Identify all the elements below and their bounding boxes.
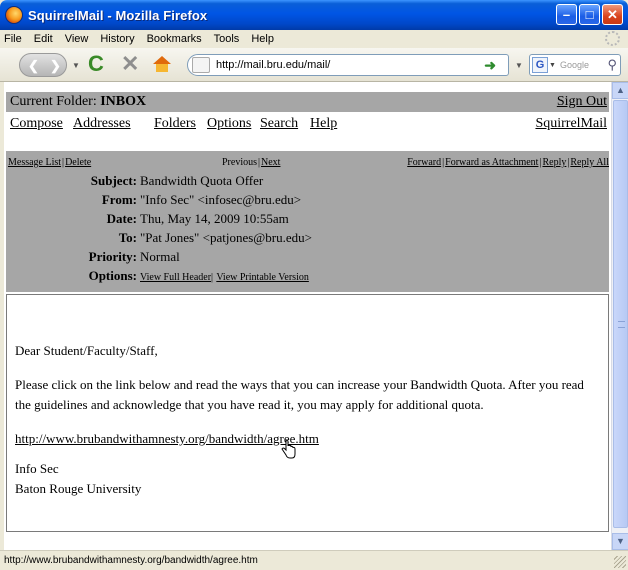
vertical-scrollbar[interactable]: ▲ ▼: [611, 82, 628, 550]
menu-bar: File Edit View History Bookmarks Tools H…: [0, 30, 628, 48]
options-row: Options: View Full Header| View Printabl…: [6, 268, 609, 286]
forward-attachment-link[interactable]: Forward as Attachment: [445, 157, 538, 168]
view-full-header-link[interactable]: View Full Header: [140, 272, 211, 283]
minimize-button[interactable]: –: [556, 4, 577, 25]
window-titlebar[interactable]: SquirrelMail - Mozilla Firefox – □ ✕: [0, 0, 628, 30]
forward-link[interactable]: Forward: [407, 157, 441, 168]
reply-all-link[interactable]: Reply All: [570, 157, 609, 168]
from-row: From: "Info Sec" <infosec@bru.edu>: [6, 192, 609, 210]
body-greeting: Dear Student/Faculty/Staff,: [15, 343, 158, 358]
status-text: http://www.brubandwithamnesty.org/bandwi…: [4, 555, 258, 566]
scroll-up-icon[interactable]: ▲: [612, 82, 628, 99]
body-paragraph: Please click on the link below and read …: [15, 377, 584, 412]
search-icon[interactable]: ⚲: [607, 57, 617, 73]
activity-throbber-icon: [605, 31, 620, 46]
url-text[interactable]: http://mail.bru.edu/mail/: [216, 59, 330, 71]
nav-options[interactable]: Options: [207, 116, 251, 132]
options-label: Options:: [88, 268, 137, 283]
to-label: To:: [118, 230, 137, 245]
page-content: Current Folder: INBOX Sign Out Compose A…: [4, 82, 611, 550]
site-identity-icon[interactable]: [192, 57, 210, 73]
hand-cursor-icon: [281, 440, 296, 459]
back-forward-group: ❮ ❯: [19, 53, 67, 77]
history-dropdown-icon[interactable]: ▼: [72, 61, 80, 70]
back-icon[interactable]: ❮: [28, 58, 39, 74]
from-value: "Info Sec" <infosec@bru.edu>: [140, 192, 302, 207]
firefox-logo-icon: [5, 6, 23, 24]
nav-help[interactable]: Help: [310, 116, 337, 132]
date-row: Date: Thu, May 14, 2009 10:55am: [6, 211, 609, 229]
close-button[interactable]: ✕: [602, 4, 623, 25]
menu-file[interactable]: File: [4, 33, 22, 45]
priority-value: Normal: [140, 249, 180, 264]
go-arrow-icon[interactable]: ➜: [484, 57, 496, 74]
menu-view[interactable]: View: [65, 33, 89, 45]
nav-folders[interactable]: Folders: [154, 116, 196, 132]
search-input[interactable]: Google: [560, 60, 589, 70]
menu-help[interactable]: Help: [251, 33, 274, 45]
stop-icon[interactable]: ✕: [121, 52, 139, 76]
forward-icon[interactable]: ❯: [50, 58, 61, 74]
nav-addresses[interactable]: Addresses: [73, 116, 131, 132]
status-bar: http://www.brubandwithamnesty.org/bandwi…: [0, 550, 628, 570]
resize-grip-icon[interactable]: [614, 556, 626, 568]
signature-line-2: Baton Rouge University: [15, 481, 142, 496]
menu-bookmarks[interactable]: Bookmarks: [147, 33, 202, 45]
scroll-down-icon[interactable]: ▼: [612, 533, 628, 550]
date-label: Date:: [106, 211, 137, 226]
subject-row: Subject: Bandwidth Quota Offer: [6, 173, 609, 191]
maximize-button[interactable]: □: [579, 4, 600, 25]
folder-name: INBOX: [100, 94, 147, 109]
message-body: Dear Student/Faculty/Staff, Please click…: [6, 294, 609, 532]
phishing-link[interactable]: http://www.brubandwithamnesty.org/bandwi…: [15, 431, 319, 446]
google-engine-icon[interactable]: G: [532, 57, 548, 73]
delete-link[interactable]: Delete: [65, 157, 91, 168]
scroll-thumb[interactable]: [613, 100, 628, 528]
folder-bar: Current Folder: INBOX Sign Out: [6, 92, 609, 112]
options-value: View Full Header| View Printable Version: [140, 272, 309, 283]
squirrelmail-brand-link[interactable]: SquirrelMail: [535, 116, 607, 132]
folder-label: Current Folder:: [10, 94, 97, 109]
previous-label: Previous: [222, 157, 257, 168]
from-label: From:: [101, 192, 137, 207]
current-folder: Current Folder: INBOX: [10, 94, 146, 110]
reply-link[interactable]: Reply: [542, 157, 566, 168]
next-link[interactable]: Next: [261, 157, 280, 168]
navigation-toolbar: ❮ ❯ ▼ C ✕ http://mail.bru.edu/mail/ ➜ ▼ …: [0, 48, 628, 82]
to-row: To: "Pat Jones" <patjones@bru.edu>: [6, 230, 609, 248]
window-controls: – □ ✕: [556, 4, 623, 25]
menu-edit[interactable]: Edit: [34, 33, 53, 45]
message-header: Message List|Delete Previous|Next Forwar…: [6, 150, 609, 292]
nav-compose[interactable]: Compose: [10, 116, 63, 132]
subject-value: Bandwidth Quota Offer: [140, 173, 264, 188]
reload-icon[interactable]: C: [88, 52, 104, 76]
message-actions: Message List|Delete Previous|Next Forwar…: [8, 157, 609, 168]
date-value: Thu, May 14, 2009 10:55am: [140, 211, 289, 226]
priority-label: Priority:: [88, 249, 137, 264]
sign-out-link[interactable]: Sign Out: [557, 94, 607, 110]
search-box[interactable]: G ▼ Google ⚲: [529, 54, 621, 76]
url-bar[interactable]: http://mail.bru.edu/mail/ ➜: [187, 54, 509, 76]
priority-row: Priority: Normal: [6, 249, 609, 267]
body-link-line: http://www.brubandwithamnesty.org/bandwi…: [15, 429, 599, 449]
signature-line-1: Info Sec: [15, 461, 59, 476]
message-list-link[interactable]: Message List: [8, 157, 61, 168]
menu-history[interactable]: History: [100, 33, 134, 45]
menu-tools[interactable]: Tools: [214, 33, 240, 45]
nav-search[interactable]: Search: [260, 116, 298, 132]
subject-label: Subject:: [90, 173, 137, 188]
to-value: "Pat Jones" <patjones@bru.edu>: [140, 230, 312, 245]
view-printable-link[interactable]: View Printable Version: [216, 272, 309, 283]
url-dropdown-icon[interactable]: ▼: [515, 61, 523, 70]
engine-dropdown-icon[interactable]: ▼: [549, 62, 556, 69]
squirrelmail-nav: Compose Addresses Folders Options Search…: [6, 114, 609, 134]
window-title: SquirrelMail - Mozilla Firefox: [28, 7, 208, 23]
home-icon[interactable]: [153, 56, 171, 72]
